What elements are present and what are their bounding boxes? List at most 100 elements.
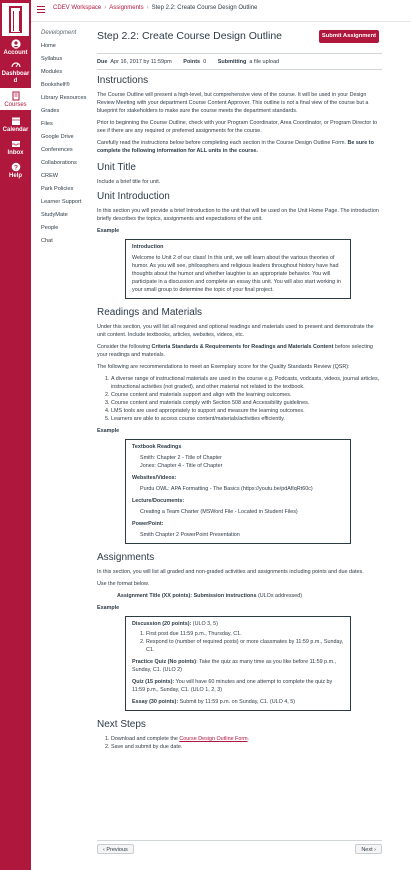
dashboard-icon bbox=[10, 60, 21, 70]
global-nav-label: Help bbox=[8, 173, 22, 179]
global-nav: Account Dashboard Courses Calendar Inbox… bbox=[0, 0, 31, 870]
paragraph-text: Consider the following bbox=[97, 344, 152, 350]
global-nav-calendar[interactable]: Calendar bbox=[0, 116, 31, 136]
course-nav-conferences[interactable]: Conferences bbox=[41, 147, 93, 154]
submit-assignment-button[interactable]: Submit Assignment bbox=[319, 30, 379, 43]
paragraph: The Course Outline will present a high-l… bbox=[97, 92, 369, 114]
example-box-bold: Quiz (15 points): bbox=[132, 679, 175, 685]
previous-button[interactable]: ‹ Previous bbox=[97, 844, 134, 854]
paragraph: Consider the following Criteria Standard… bbox=[97, 343, 382, 359]
list-item: Learners are able to access course conte… bbox=[111, 415, 382, 423]
paragraph: Under this section, you will list all re… bbox=[97, 324, 374, 338]
calendar-icon bbox=[11, 116, 21, 126]
course-nav-collaborations[interactable]: Collaborations bbox=[41, 160, 93, 167]
paragraph: Include a brief title for unit. bbox=[97, 179, 161, 185]
example-label: Example bbox=[97, 428, 120, 434]
example-label: Example bbox=[97, 228, 120, 234]
example-box-title: Introduction bbox=[132, 244, 164, 250]
section-heading: Unit Introduction bbox=[97, 191, 170, 202]
example-box-text: Welcome to Unit 2 of our class! In this … bbox=[132, 255, 341, 293]
section-heading: Unit Title bbox=[97, 162, 136, 173]
global-nav-help[interactable]: ? Help bbox=[0, 162, 31, 182]
global-nav-label: Account bbox=[3, 50, 28, 56]
global-nav-label: Courses bbox=[4, 102, 27, 108]
school-logo[interactable] bbox=[2, 3, 29, 36]
example-box-text: Practice Quiz (No points): Take the quiz… bbox=[132, 658, 344, 674]
breadcrumb-assignments[interactable]: Assignments bbox=[109, 5, 143, 11]
example-box-text: Smith Chapter 2 PowerPoint Presentation bbox=[140, 532, 240, 538]
book-icon bbox=[11, 91, 21, 101]
example-box-bold: Discussion (20 points): bbox=[132, 621, 192, 627]
points-value: 0 bbox=[203, 59, 207, 65]
course-nav-syllabus[interactable]: Syllabus bbox=[41, 56, 93, 63]
example-box-text: Jones: Chapter 4 - Title of Chapter bbox=[140, 463, 223, 469]
course-design-outline-form-link[interactable]: Course Design Outline Form bbox=[179, 736, 247, 742]
discussion-list: First post due 11:59 p.m., Thursday, C1.… bbox=[146, 630, 344, 654]
breadcrumb-current: Step 2.2: Create Course Design Outline bbox=[151, 5, 258, 11]
submitting-label: Submitting bbox=[217, 59, 247, 65]
course-nav-crew[interactable]: CREW bbox=[41, 173, 93, 180]
breadcrumb-course[interactable]: CDEV Workspace bbox=[53, 5, 101, 11]
global-nav-label: Dashboard bbox=[1, 71, 30, 84]
example-box-title: Websites/Videos: bbox=[132, 475, 177, 481]
next-button[interactable]: Next › bbox=[355, 844, 382, 854]
submitting-value: a file upload bbox=[249, 59, 280, 65]
example-box-title: Textbook Readings bbox=[132, 444, 182, 450]
global-nav-label: Calendar bbox=[2, 127, 29, 133]
global-nav-courses[interactable]: Courses bbox=[0, 88, 31, 110]
example-box-bold: Essay (30 points): bbox=[132, 699, 179, 705]
example-box-text: Purdu OWL: APA Formatting - The Basics (… bbox=[140, 486, 313, 492]
main-content: Step 2.2: Create Course Design Outline S… bbox=[97, 30, 382, 750]
next-steps-list: Download and complete the Course Design … bbox=[111, 735, 382, 751]
course-nav-files[interactable]: Files bbox=[41, 121, 93, 128]
hamburger-menu-icon[interactable] bbox=[37, 6, 45, 13]
global-nav-label: Inbox bbox=[7, 150, 24, 156]
due-label: Due bbox=[97, 59, 108, 65]
example-box-text: Discussion (20 points): (ULO 3, 5) bbox=[132, 620, 344, 628]
course-nav-subtitle: Development bbox=[41, 30, 77, 36]
course-nav-park-policies[interactable]: Park Policies bbox=[41, 186, 93, 193]
list-item: Save and submit by due date. bbox=[111, 743, 382, 751]
paragraph-bold: Assignment Title (XX points): Submission… bbox=[117, 593, 257, 599]
top-bar: CDEV Workspace › Assignments › Step 2.2: Cre… bbox=[31, 0, 411, 22]
section-heading: Assignments bbox=[97, 552, 155, 563]
list-item: A diverse range of instructional materia… bbox=[111, 375, 382, 391]
paragraph: Assignment Title (XX points): Submission… bbox=[97, 592, 382, 600]
course-nav-people[interactable]: People bbox=[41, 225, 93, 232]
paragraph: In this section you will provide a brief… bbox=[97, 208, 379, 222]
example-box-bold: Practice Quiz (No points) bbox=[132, 659, 197, 665]
course-nav-library-resources[interactable]: Library Resources bbox=[41, 95, 93, 102]
assignment-details: Due Apr 16, 2017 by 11:59pm Points 0 Submi… bbox=[97, 53, 382, 70]
inbox-icon bbox=[11, 139, 21, 149]
assignment-description: Instructions The Course Outline will pre… bbox=[97, 75, 382, 755]
global-nav-account[interactable]: Account bbox=[0, 38, 31, 56]
course-nav-learner-support[interactable]: Learner Support bbox=[41, 199, 93, 206]
user-icon bbox=[10, 39, 21, 49]
list-item: Course content and materials support and… bbox=[111, 391, 382, 399]
list-item: LMS tools are used appropriately to supp… bbox=[111, 407, 382, 415]
course-nav-home[interactable]: Home bbox=[41, 43, 93, 50]
example-box: Textbook Readings Smith: Chapter 2 - Tit… bbox=[125, 439, 351, 544]
example-box-text: Essay (30 points): Submit by 11:59 p.m. … bbox=[132, 698, 344, 706]
breadcrumb: CDEV Workspace › Assignments › Step 2.2: Cre… bbox=[53, 5, 258, 11]
course-nav-bookshelf[interactable]: Bookshelf® bbox=[41, 82, 93, 89]
course-nav-studymate[interactable]: StudyMate bbox=[41, 212, 93, 219]
example-box-text: Smith: Chapter 2 - Title of Chapter bbox=[140, 455, 222, 461]
course-nav-modules[interactable]: Modules bbox=[41, 69, 93, 76]
example-box-text: (ULO 3, 5) bbox=[191, 621, 218, 627]
course-nav-grades[interactable]: Grades bbox=[41, 108, 93, 115]
example-label: Example bbox=[97, 605, 120, 611]
svg-text:?: ? bbox=[14, 164, 18, 171]
example-box-text: Quiz (15 points): You will have 60 minut… bbox=[132, 678, 344, 694]
paragraph: The following are recommendations to mee… bbox=[97, 364, 350, 370]
course-nav-google-drive[interactable]: Google Drive bbox=[41, 134, 93, 141]
paragraph: Carefully read the instructions below be… bbox=[97, 139, 382, 155]
global-nav-inbox[interactable]: Inbox bbox=[0, 139, 31, 159]
due-value: Apr 16, 2017 by 11:59pm bbox=[110, 59, 172, 65]
example-box-title: PowerPoint: bbox=[132, 521, 164, 527]
global-nav-dashboard[interactable]: Dashboard bbox=[0, 60, 31, 84]
course-nav: Development Home Syllabus Modules Booksh… bbox=[41, 30, 93, 251]
section-heading: Instructions bbox=[97, 75, 149, 86]
course-nav-chat[interactable]: Chat bbox=[41, 238, 93, 245]
paragraph-text: Carefully read the instructions below be… bbox=[97, 140, 346, 146]
